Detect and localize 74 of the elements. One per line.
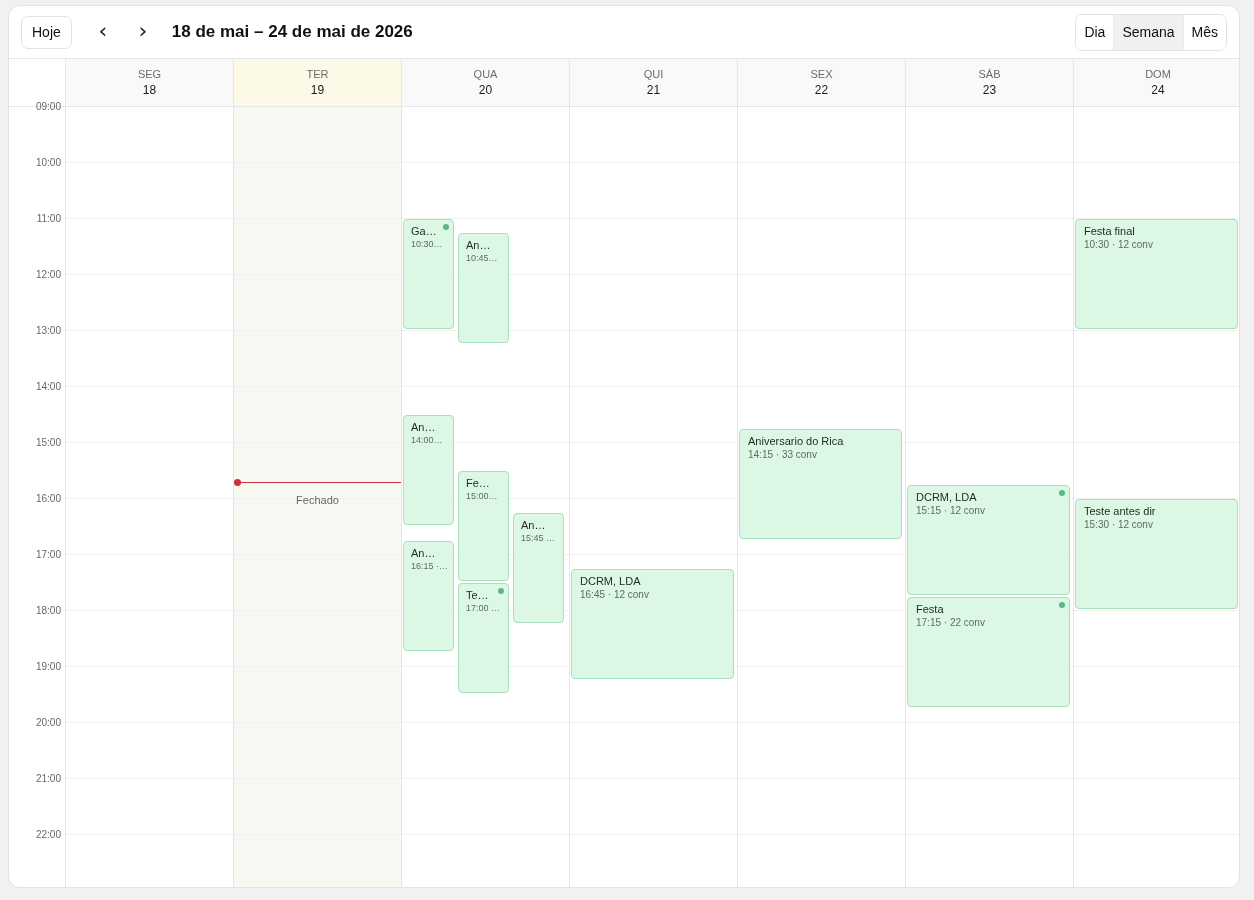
event-time: 15:45 … [521, 533, 556, 543]
weekday-label: SÁB [978, 68, 1001, 80]
date-label: 21 [646, 83, 661, 97]
event-card[interactable]: Fe… 15:00… [458, 471, 509, 581]
hour-label: 22:00 [35, 829, 61, 841]
event-card[interactable]: An… 14:00… [403, 415, 454, 525]
event-title: Teste antes dir [1084, 505, 1156, 517]
event-card[interactable]: Festa final 10:30 · 12 conv [1075, 219, 1238, 329]
event-title: Ga… [411, 225, 437, 237]
event-title: An… [411, 421, 436, 433]
weekday-label: TER [306, 68, 329, 80]
weekday-label: SEX [810, 68, 833, 80]
event-title: An… [521, 519, 546, 531]
view-tab[interactable]: Semana [1114, 14, 1184, 50]
today-button[interactable]: Hoje [21, 15, 72, 49]
event-title: DCRM, LDA [580, 575, 641, 587]
event-time: 16:15 ·… [411, 561, 449, 571]
hour-label: 16:00 [35, 493, 61, 505]
date-label: 23 [982, 83, 997, 97]
event-time: 10:45… [466, 253, 498, 263]
event-title: Fe… [466, 477, 490, 489]
event-time: 17:15 · 22 conv [916, 617, 985, 628]
event-card[interactable]: Festa 17:15 · 22 conv [907, 597, 1070, 707]
date-label: 24 [1151, 83, 1165, 97]
event-card[interactable]: DCRM, LDA 15:15 · 12 conv [907, 485, 1070, 595]
weekday-label: QUI [643, 68, 664, 80]
event-card[interactable]: An… 15:45 … [513, 513, 564, 623]
event-time: 17:00 … [466, 603, 501, 613]
event-title: Te… [466, 589, 489, 601]
event-card[interactable]: An… 16:15 ·… [403, 541, 454, 651]
date-label: 19 [310, 83, 325, 97]
event-title: DCRM, LDA [916, 491, 977, 503]
hour-label: 11:00 [36, 213, 61, 225]
hour-label: 17:00 [35, 549, 61, 561]
hour-label: 18:00 [35, 605, 61, 617]
event-card[interactable]: Aniversario do Rica 14:15 · 33 conv [739, 429, 902, 539]
weekday-label: DOM [1145, 68, 1171, 80]
event-time: 14:15 · 33 conv [748, 449, 817, 460]
hour-label: 15:00 [35, 437, 61, 449]
hour-label: 09:00 [35, 101, 61, 113]
hour-label: 20:00 [35, 717, 61, 729]
event-title: Aniversario do Rica [748, 435, 844, 447]
date-label: 18 [142, 83, 157, 97]
event-time: 16:45 · 12 conv [580, 589, 649, 600]
hour-label: 21:00 [35, 773, 61, 785]
next-button[interactable]: › [127, 17, 158, 47]
event-title: Festa final [1084, 225, 1135, 237]
event-time: 15:00… [466, 491, 498, 501]
view-tab[interactable]: Dia [1076, 14, 1115, 50]
hour-label: 19:00 [35, 661, 61, 673]
date-label: 22 [814, 83, 829, 97]
date-range-title: 18 de mai – 24 de mai de 2026 [171, 22, 414, 42]
date-label: 20 [478, 83, 493, 97]
event-card[interactable]: Te… 17:00 … [458, 583, 509, 693]
event-time: 10:30… [411, 239, 443, 249]
hour-label: 13:00 [35, 325, 61, 337]
event-time: 15:30 · 12 conv [1084, 519, 1153, 530]
previous-button[interactable]: ‹ [87, 17, 118, 47]
event-title: An… [411, 547, 436, 559]
event-time: 15:15 · 12 conv [916, 505, 985, 516]
closed-label: Fechado [295, 493, 340, 506]
weekday-label: QUA [473, 68, 498, 80]
hour-label: 10:00 [35, 157, 61, 169]
event-time: 10:30 · 12 conv [1084, 239, 1153, 250]
hour-label: 12:00 [35, 269, 61, 281]
event-title: Festa [916, 603, 944, 615]
hour-label: 14:00 [35, 381, 61, 393]
event-title: An… [466, 239, 491, 251]
weekday-label: SEG [137, 68, 162, 80]
event-card[interactable]: Ga… 10:30… [403, 219, 454, 329]
event-card[interactable]: Teste antes dir 15:30 · 12 conv [1075, 499, 1238, 609]
event-time: 14:00… [411, 435, 443, 445]
event-card[interactable]: DCRM, LDA 16:45 · 12 conv [571, 569, 734, 679]
event-card[interactable]: An… 10:45… [458, 233, 509, 343]
